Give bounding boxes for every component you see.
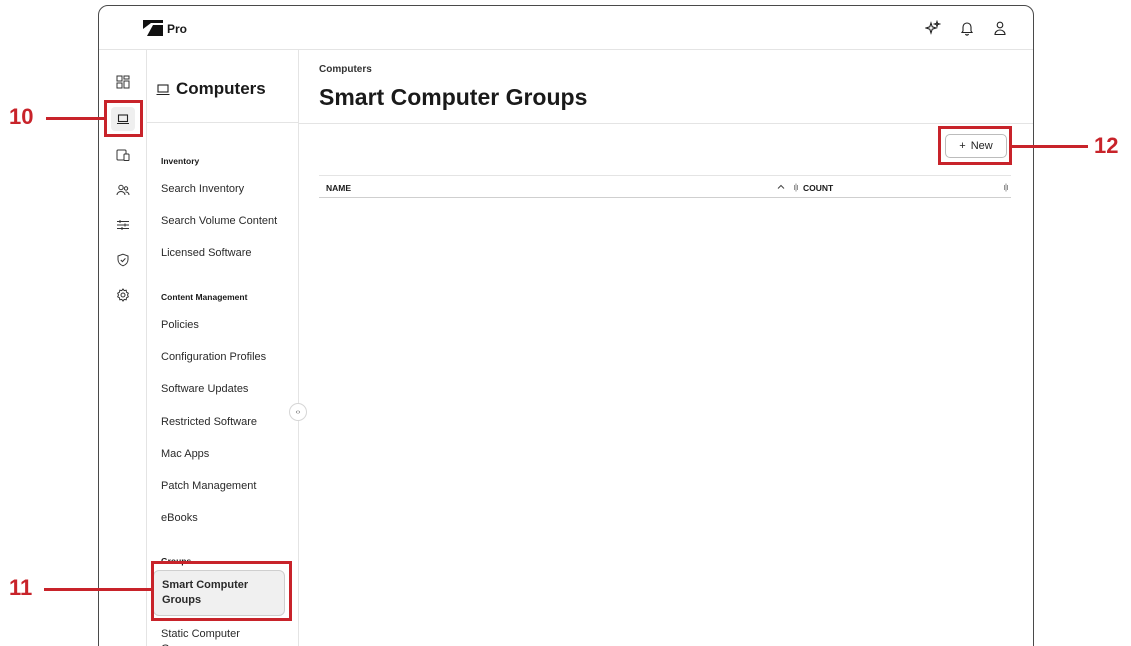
rail-dashboard[interactable] [111, 70, 135, 94]
users-icon [116, 184, 130, 196]
nav-patch-management[interactable]: Patch Management [161, 480, 256, 492]
devices-icon [116, 149, 130, 161]
page-title: Smart Computer Groups [319, 84, 588, 110]
nav-static-computer-groups[interactable]: Static Computer Groups [161, 627, 271, 646]
callout-number-12: 12 [1094, 133, 1119, 158]
column-resize-icon[interactable] [793, 183, 799, 192]
main-content: Computers Smart Computer Groups + New NA… [299, 50, 1033, 646]
nav-search-volume-content[interactable]: Search Volume Content [161, 215, 277, 227]
rail-devices[interactable] [111, 143, 135, 167]
subnav-title: Computers [176, 79, 266, 98]
subnav-header: Computers [147, 50, 298, 123]
laptop-icon [156, 84, 170, 96]
dashboard-icon [116, 75, 130, 89]
rail-settings-sliders[interactable] [111, 213, 135, 237]
nav-licensed-software[interactable]: Licensed Software [161, 247, 252, 259]
breadcrumb[interactable]: Computers [319, 64, 372, 75]
sort-ascending-icon[interactable] [776, 182, 786, 192]
table-header: NAME COUNT [319, 175, 1011, 198]
icon-rail [99, 50, 147, 646]
sliders-icon [117, 220, 129, 230]
header-divider [299, 123, 1033, 124]
nav-configuration-profiles[interactable]: Configuration Profiles [161, 351, 266, 363]
shield-icon [117, 253, 129, 267]
nav-restricted-software[interactable]: Restricted Software [161, 416, 257, 428]
column-resize-icon[interactable] [1003, 183, 1009, 192]
callout-box-11 [151, 561, 292, 621]
callout-box-12 [938, 126, 1012, 165]
nav-search-inventory[interactable]: Search Inventory [161, 183, 244, 195]
section-inventory: Inventory [161, 156, 200, 166]
computers-subnav: Computers Inventory Search Inventory Sea… [147, 50, 299, 646]
callout-line-10 [46, 117, 104, 120]
callout-number-11: 11 [9, 575, 33, 600]
app-window: Pro Computers Inventory Search Inventory… [98, 5, 1034, 646]
rail-settings[interactable] [111, 283, 135, 307]
gear-icon [117, 288, 129, 302]
brand-name: Pro [167, 22, 188, 36]
nav-ebooks[interactable]: eBooks [161, 512, 198, 524]
section-content-management: Content Management [161, 292, 248, 302]
stage: Pro Computers Inventory Search Inventory… [0, 0, 1131, 646]
nav-software-updates[interactable]: Software Updates [161, 383, 248, 395]
brand-logo-icon [143, 20, 163, 36]
rail-security[interactable] [111, 248, 135, 272]
callout-line-12 [1012, 145, 1088, 148]
top-bar: Pro [99, 6, 1033, 50]
callout-number-10: 10 [9, 104, 34, 129]
sparkles-icon[interactable] [925, 20, 941, 36]
callout-line-11 [44, 588, 151, 591]
callout-box-10 [104, 100, 143, 137]
nav-mac-apps[interactable]: Mac Apps [161, 448, 209, 460]
bell-icon[interactable] [959, 20, 975, 36]
rail-users[interactable] [111, 178, 135, 202]
column-count[interactable]: COUNT [803, 183, 833, 193]
column-name[interactable]: NAME [326, 183, 351, 193]
nav-policies[interactable]: Policies [161, 319, 199, 331]
user-icon[interactable] [992, 20, 1008, 36]
